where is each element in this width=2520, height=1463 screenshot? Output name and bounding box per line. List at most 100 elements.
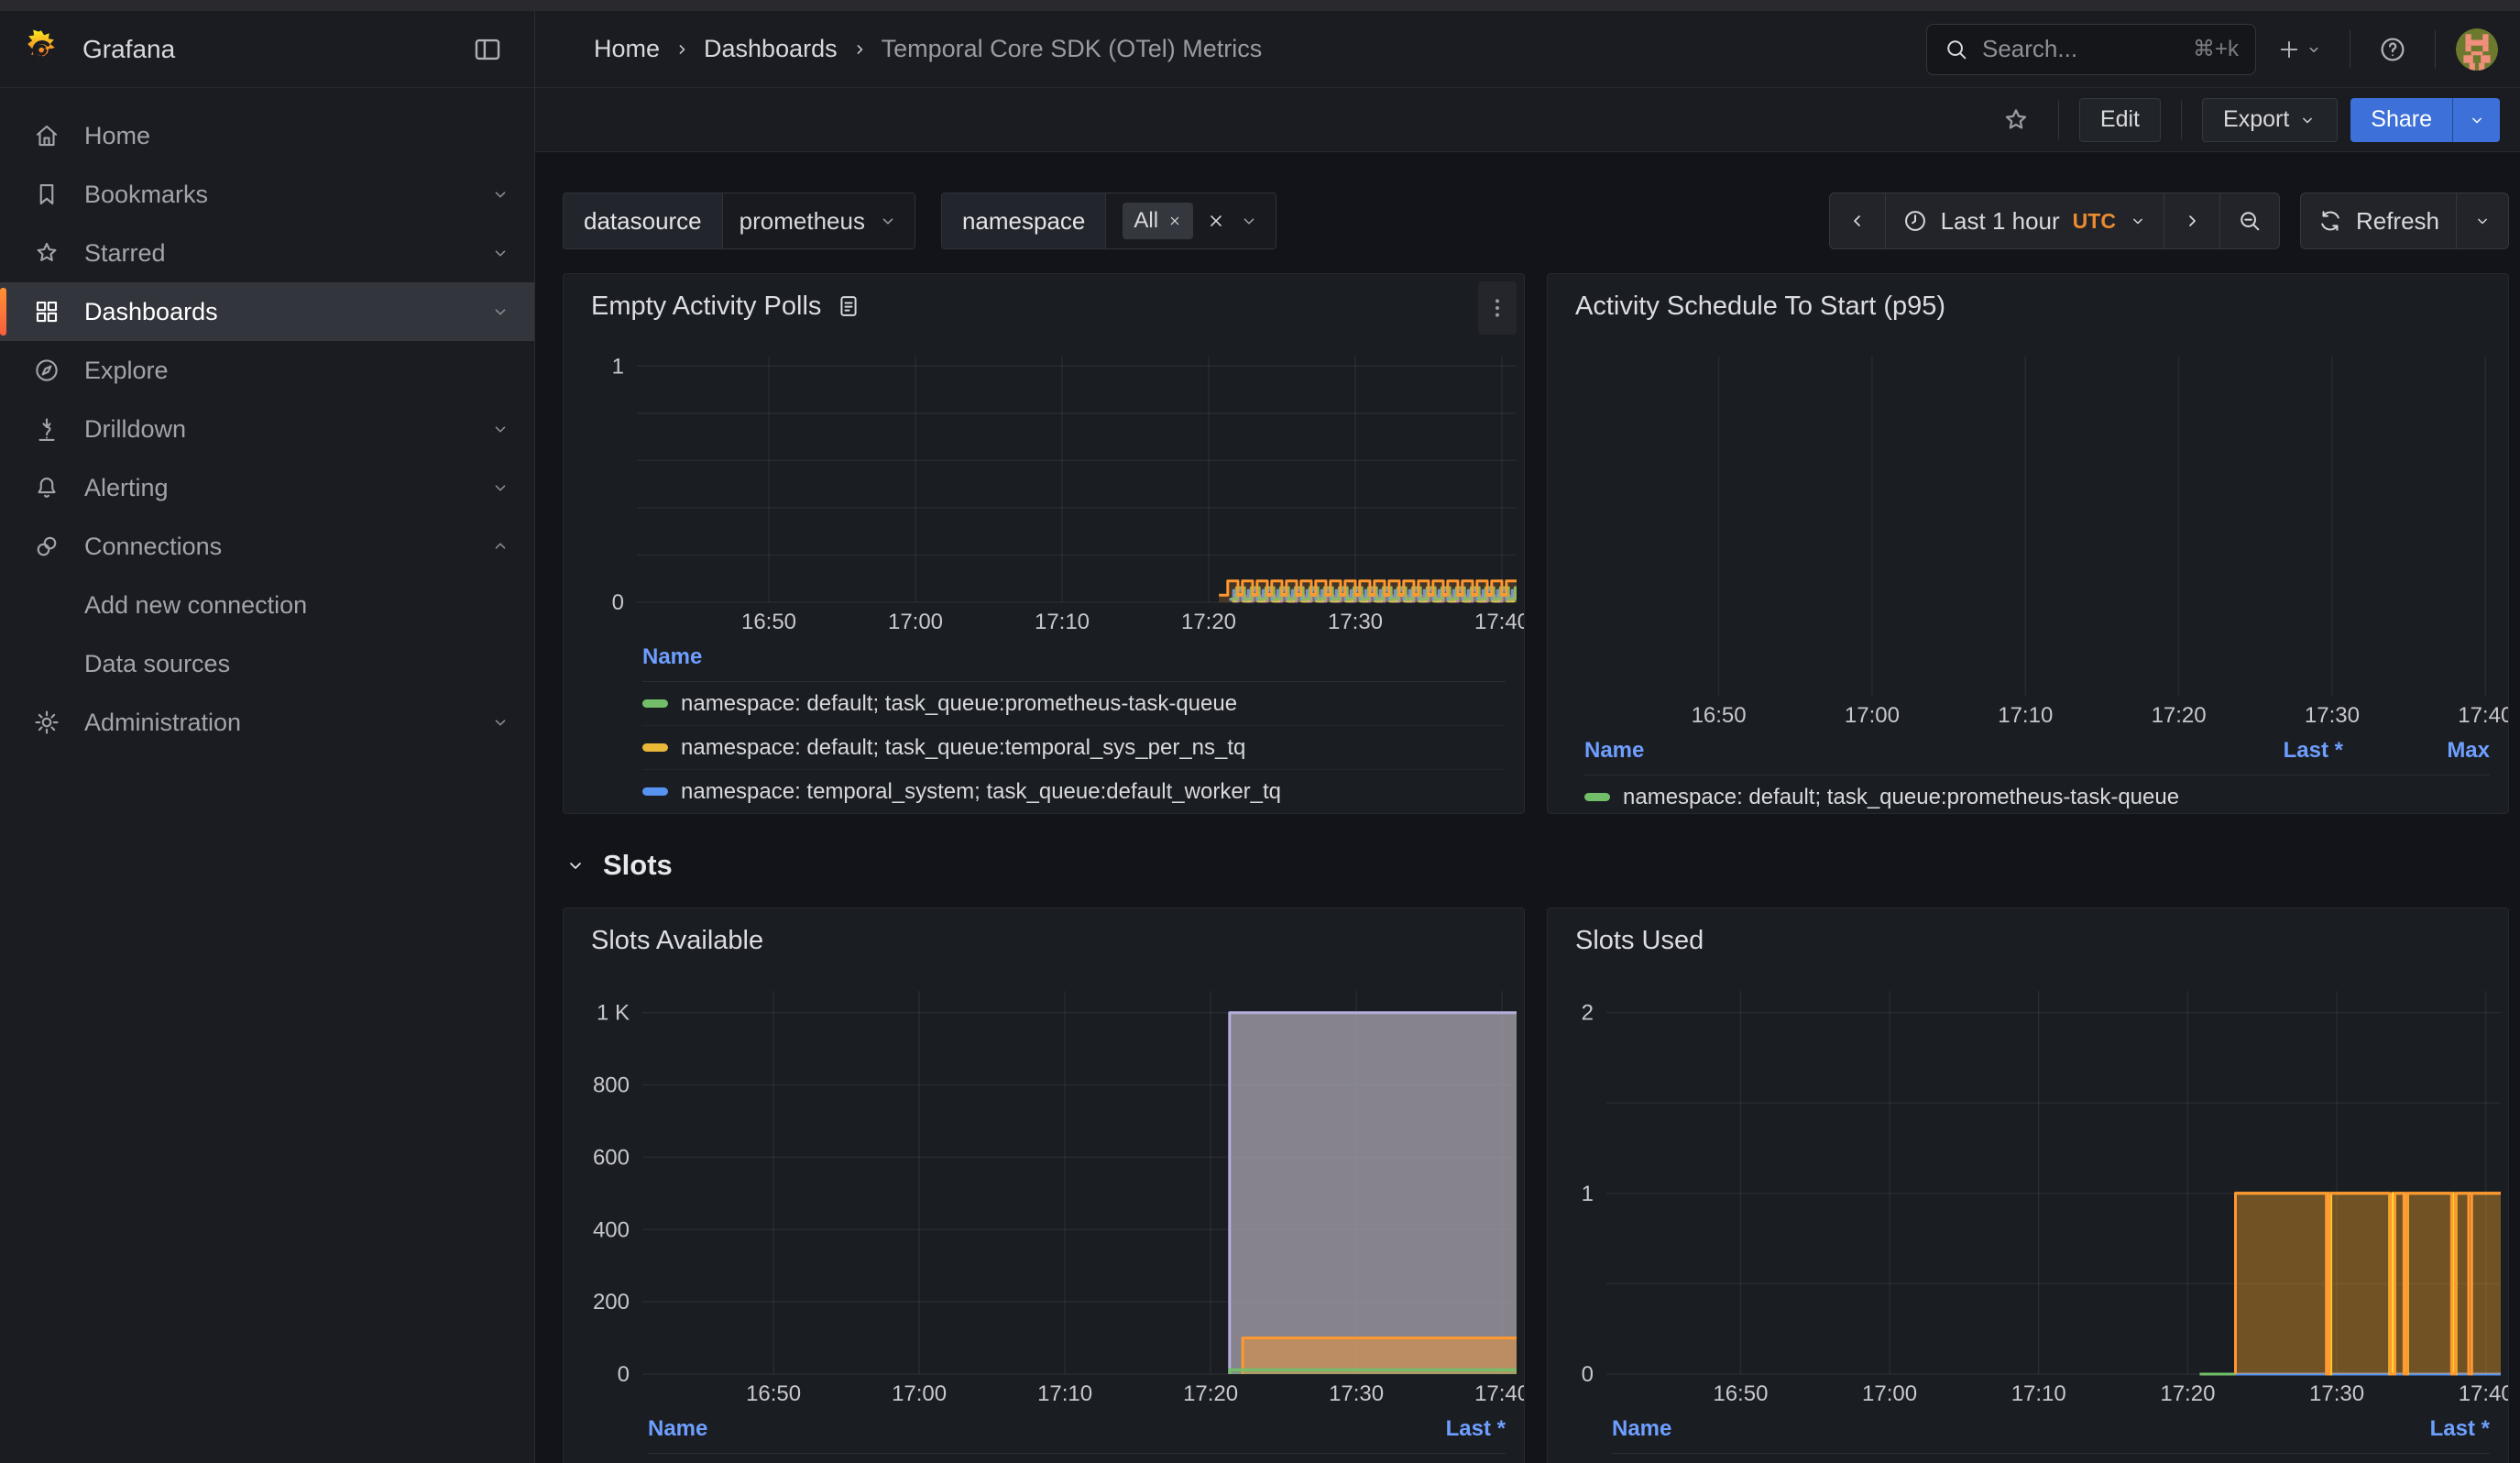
panel-title[interactable]: Empty Activity Polls [591, 292, 821, 322]
x-tick-label: 17:00 [892, 1381, 947, 1406]
breadcrumb: Home Dashboards Temporal Core SDK (OTel)… [594, 35, 1262, 63]
sidebar-item-label: Connections [84, 533, 466, 561]
chart-canvas[interactable]: 16:5017:0017:1017:2017:3017:40 [1548, 333, 2508, 729]
time-range-button[interactable]: Last 1 hour UTC [1886, 192, 2164, 249]
sidebar-item-connections[interactable]: Connections [0, 517, 534, 576]
help-button[interactable] [2371, 28, 2415, 72]
share-split-button: Share [2350, 98, 2500, 142]
refresh-button[interactable]: Refresh [2300, 192, 2457, 249]
sidebar-item-data-sources[interactable]: Data sources [0, 634, 534, 693]
share-menu-button[interactable] [2452, 98, 2500, 142]
legend-header: NameLast * [1612, 1411, 2490, 1454]
sidebar-item-drilldown[interactable]: Drilldown [0, 400, 534, 458]
legend-row[interactable]: namespace: default; task_queue:temporal_… [642, 726, 1506, 770]
sidebar-item-bookmarks[interactable]: Bookmarks [0, 165, 534, 224]
legend-col-name[interactable]: Name [642, 644, 1506, 670]
section-collapse-button[interactable]: Slots [564, 849, 673, 882]
chevDown-icon [2468, 111, 2486, 129]
time-zoom-out-button[interactable] [2220, 192, 2280, 249]
header-left: Grafana [0, 11, 535, 88]
y-tick-label: 0 [1582, 1362, 1594, 1387]
y-tick-label: 800 [593, 1073, 630, 1098]
export-button[interactable]: Export [2202, 98, 2338, 142]
chevDown-icon [490, 302, 510, 322]
legend-row[interactable]: namespace: default; task_queue:prometheu… [648, 1454, 1506, 1463]
legend-header: NameLast * [648, 1411, 1506, 1454]
bell-icon [33, 474, 60, 501]
panel-title[interactable]: Activity Schedule To Start (p95) [1575, 292, 1945, 322]
sidebar-item-label: Home [84, 122, 510, 150]
panel-empty-activity-polls: Empty Activity Polls 16:5017:0017:1017:2… [563, 273, 1525, 814]
legend-series-label[interactable]: namespace: temporal_system; task_queue:d… [681, 779, 1506, 805]
legend-row[interactable]: namespace: default; task_queue:prometheu… [1612, 1454, 2490, 1463]
time-shift-back-button[interactable] [1829, 192, 1886, 249]
sidebar-item-starred[interactable]: Starred [0, 224, 534, 282]
search-input[interactable] [1982, 35, 2180, 63]
question-icon [2378, 35, 2407, 64]
datasource-select[interactable]: prometheus [722, 193, 915, 248]
x-tick-label: 17:30 [1329, 1381, 1384, 1406]
legend-row[interactable]: namespace: default; task_queue:prometheu… [642, 682, 1506, 726]
legend-col-name[interactable]: Name [648, 1416, 1359, 1442]
legend-row[interactable]: namespace: temporal_system; task_queue:d… [642, 770, 1506, 813]
legend-row[interactable]: namespace: default; task_queue:prometheu… [1584, 776, 2490, 813]
favorite-button[interactable] [1994, 98, 2038, 142]
drilldown-icon [33, 415, 60, 443]
sidebar-item-add-new-connection[interactable]: Add new connection [0, 576, 534, 634]
refresh-interval-button[interactable] [2457, 192, 2509, 249]
user-avatar[interactable] [2456, 28, 2498, 71]
time-picker-group: Last 1 hour UTC [1829, 192, 2280, 249]
namespace-chip[interactable]: All [1123, 203, 1193, 239]
y-tick-label: 1 [1582, 1182, 1594, 1206]
share-button[interactable]: Share [2350, 98, 2452, 142]
panelToggle-icon [472, 34, 503, 65]
legend-col-1[interactable]: Last * [2197, 738, 2343, 764]
sidebar-item-alerting[interactable]: Alerting [0, 458, 534, 517]
sidebar-item-explore[interactable]: Explore [0, 341, 534, 400]
chart-canvas[interactable]: 16:5017:0017:1017:2017:3017:40012 [1548, 967, 2508, 1407]
namespace-clear-button[interactable] [1206, 211, 1226, 231]
x-tick-label: 17:10 [1037, 1381, 1092, 1406]
sidebar-item-administration[interactable]: Administration [0, 693, 534, 752]
datasource-label: datasource [564, 193, 722, 248]
chart-legend: NameLast *namespace: default; task_queue… [564, 1407, 1524, 1463]
chevDown-icon [2306, 41, 2322, 58]
chart-canvas[interactable]: 16:5017:0017:1017:2017:3017:4001 [564, 333, 1524, 635]
edit-button[interactable]: Edit [2079, 98, 2161, 142]
search-box[interactable]: ⌘+k [1926, 24, 2256, 75]
chart-legend: Name namespace: default; task_queue:prome… [564, 635, 1524, 813]
breadcrumb-dashboards[interactable]: Dashboards [704, 35, 838, 63]
panel-title[interactable]: Slots Used [1575, 926, 1704, 956]
legend-series-label[interactable]: namespace: default; task_queue:prometheu… [1623, 785, 2197, 810]
sidebar-item-label: Add new connection [84, 591, 510, 620]
legend-series-label[interactable]: namespace: default; task_queue:prometheu… [681, 691, 1506, 717]
series-fill [1230, 1013, 1517, 1374]
series-color-marker [642, 787, 668, 796]
chevRight-icon [850, 40, 869, 59]
y-tick-label: 400 [593, 1217, 630, 1242]
legend-col-2[interactable]: Max [2343, 738, 2490, 764]
y-tick-label: 200 [593, 1290, 630, 1314]
y-tick-label: 0 [612, 590, 624, 615]
sidebar-item-home[interactable]: Home [0, 106, 534, 165]
panel-title[interactable]: Slots Available [591, 926, 763, 956]
namespace-select[interactable]: All [1105, 193, 1276, 248]
time-shift-forward-button[interactable] [2164, 192, 2220, 249]
legend-col-name[interactable]: Name [1584, 738, 2197, 764]
chevRight-icon [2181, 210, 2203, 232]
sidebar-item-dashboards[interactable]: Dashboards [0, 282, 534, 341]
dock-menu-button[interactable] [465, 27, 510, 72]
doc-icon [836, 293, 861, 319]
legend-col-name[interactable]: Name [1612, 1416, 2343, 1442]
grafana-logo [20, 28, 62, 71]
chart-canvas[interactable]: 16:5017:0017:1017:2017:3017:400200400600… [564, 967, 1524, 1407]
breadcrumb-home[interactable]: Home [594, 35, 660, 63]
panel-menu-button[interactable] [1478, 281, 1517, 335]
refresh-group: Refresh [2300, 192, 2509, 249]
legend-col-1[interactable]: Last * [1359, 1416, 1506, 1442]
new-button[interactable] [2269, 29, 2329, 70]
kebab-icon [1485, 295, 1510, 321]
legend-col-1[interactable]: Last * [2343, 1416, 2490, 1442]
legend-series-label[interactable]: namespace: default; task_queue:temporal_… [681, 735, 1506, 761]
panel-slots-available: Slots Available 16:5017:0017:1017:2017:3… [563, 908, 1525, 1463]
